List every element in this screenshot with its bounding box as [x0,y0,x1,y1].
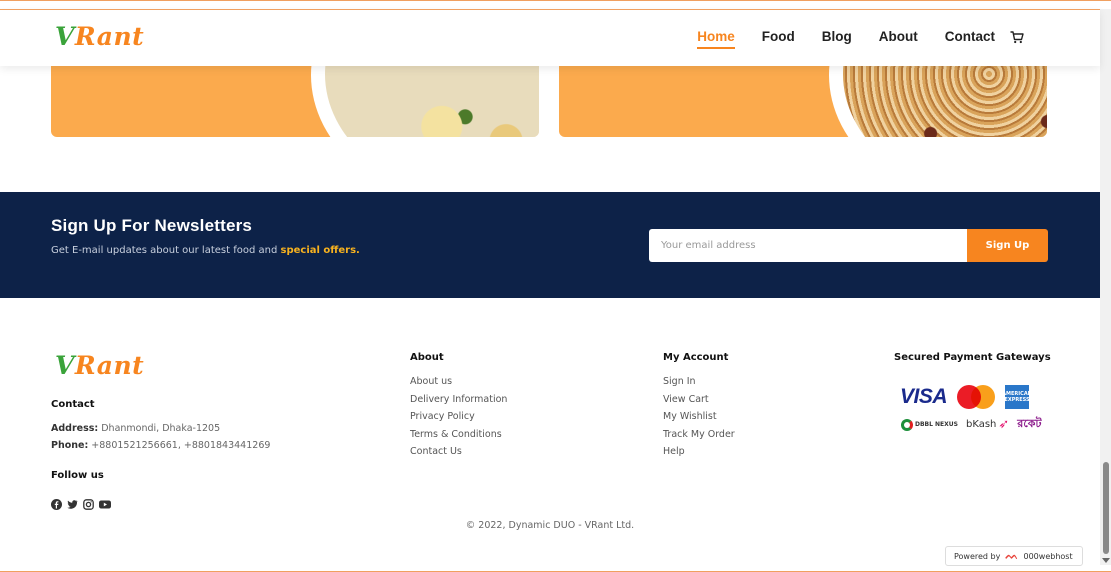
newsletter-section: Sign Up For Newsletters Get E-mail updat… [0,192,1102,298]
nav-home[interactable]: Home [697,29,735,49]
visa-logo: VISA [900,385,948,408]
contact-details: Address: Dhanmondi, Dhaka-1205 Phone: +8… [51,420,270,454]
logo-v: V [55,22,75,51]
nav-contact[interactable]: Contact [945,29,995,44]
footer-logo-rest: Rant [74,351,145,380]
newsletter-subtitle-text: Get E-mail updates about our latest food… [51,245,278,256]
powered-by-brand: 000webhost [1023,551,1073,561]
page-frame: VRant Home Food Blog About Contact Sign … [0,0,1111,572]
site-header: VRant Home Food Blog About Contact [0,9,1100,66]
page-scrollbar[interactable] [1100,9,1111,565]
main-nav: Home Food Blog About Contact [697,29,995,49]
view-cart-link[interactable]: View Cart [663,394,735,412]
nav-blog[interactable]: Blog [822,29,852,44]
food-banner-soup[interactable] [51,65,539,137]
payment-heading: Secured Payment Gateways [894,352,1051,363]
delivery-info-link[interactable]: Delivery Information [410,394,507,412]
granola-bowl-image [829,65,1047,137]
site-logo[interactable]: VRant [55,22,144,51]
newsletter-subtitle: Get E-mail updates about our latest food… [51,245,360,256]
nav-food[interactable]: Food [762,29,795,44]
wishlist-link[interactable]: My Wishlist [663,411,735,429]
track-order-link[interactable]: Track My Order [663,429,735,447]
copyright: © 2022, Dynamic DUO - VRant Ltd. [465,520,635,531]
rocket-logo: রকেট [1017,417,1042,430]
payment-mobile-row: DBBL NEXUS bKash ➶ রকেট [901,415,1041,434]
dbbl-nexus-logo: DBBL NEXUS [901,418,958,431]
powered-by-badge[interactable]: Powered by ᨓ 000webhost [945,546,1083,566]
logo-rest: Rant [74,22,145,51]
bkash-label: bKash [965,419,997,430]
email-input[interactable] [649,229,968,262]
about-heading: About [410,352,444,363]
phone-line: Phone: +8801521256661, +8801843441269 [51,437,270,454]
cart-icon[interactable] [1010,31,1024,44]
address-value: Dhanmondi, Dhaka-1205 [101,423,221,434]
about-links: About us Delivery Information Privacy Po… [410,376,507,464]
newsletter-highlight: special offers. [280,245,360,256]
account-links: Sign In View Cart My Wishlist Track My O… [663,376,735,464]
amex-logo: AMERICAN EXPRESS [1002,385,1032,409]
about-us-link[interactable]: About us [410,376,507,394]
bkash-logo: bKash ➶ [965,417,1010,432]
payment-cards-row: VISA AMERICAN EXPRESS [900,385,1032,409]
instagram-icon[interactable] [83,495,94,510]
youtube-icon[interactable] [99,495,111,509]
social-links [51,495,111,510]
mastercard-logo [957,385,996,409]
phone-label: Phone: [51,440,89,451]
nav-about[interactable]: About [879,29,918,44]
signup-button[interactable]: Sign Up [967,229,1048,262]
footer-logo[interactable]: VRant [55,351,144,380]
contact-heading: Contact [51,399,95,410]
help-link[interactable]: Help [663,446,735,464]
soup-bowl-image [311,65,539,137]
twitter-icon[interactable] [67,495,78,509]
sign-in-link[interactable]: Sign In [663,376,735,394]
webhost-logo-icon: ᨓ [1005,549,1019,562]
address-line: Address: Dhanmondi, Dhaka-1205 [51,420,270,437]
contact-us-link[interactable]: Contact Us [410,446,507,464]
address-label: Address: [51,423,99,434]
dbbl-label: DBBL NEXUS [915,420,958,428]
footer-logo-v: V [55,351,75,380]
food-banner-granola[interactable] [559,65,1047,137]
facebook-icon[interactable] [51,495,62,510]
account-heading: My Account [663,352,729,363]
follow-heading: Follow us [51,470,104,481]
newsletter-title: Sign Up For Newsletters [51,216,253,235]
scroll-down-arrow-icon[interactable] [1102,558,1110,563]
scrollbar-thumb[interactable] [1103,462,1109,554]
powered-by-label: Powered by [954,551,1001,561]
phone-value: +8801521256661, +8801843441269 [91,440,271,451]
terms-link[interactable]: Terms & Conditions [410,429,507,447]
privacy-policy-link[interactable]: Privacy Policy [410,411,507,429]
